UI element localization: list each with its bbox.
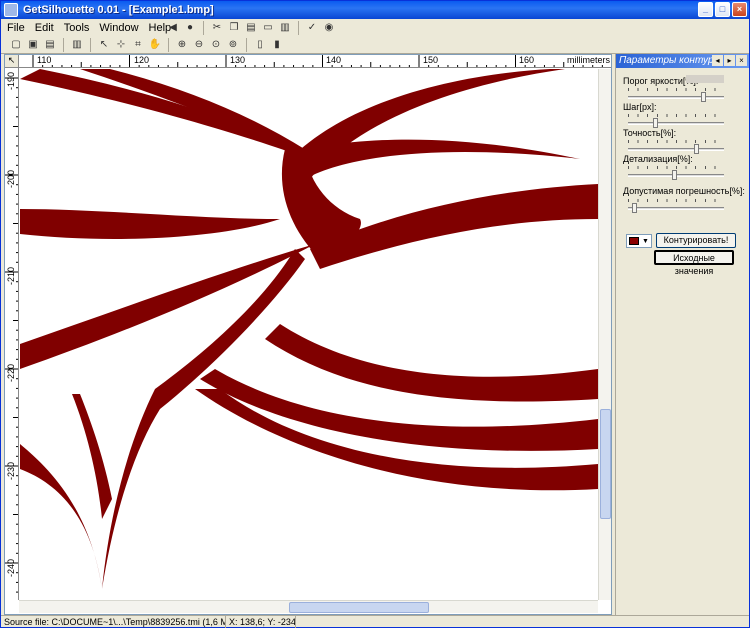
info-icon[interactable]: ◉ (322, 21, 336, 35)
page-icon[interactable]: ▯ (253, 38, 267, 52)
menu-file[interactable]: File (3, 22, 31, 34)
zoom-all-icon[interactable]: ⊚ (226, 38, 240, 52)
crop-icon[interactable]: ⌗ (131, 38, 145, 52)
back-icon[interactable]: ◀ (166, 21, 180, 35)
node-icon[interactable]: ⊹ (114, 38, 128, 52)
folder-icon[interactable]: ▭ (261, 21, 275, 35)
canvas-area: ↖ 110 120 130 140 150 160 millimeters -1… (4, 54, 612, 615)
horizontal-scroll-thumb[interactable] (289, 602, 429, 613)
horizontal-scrollbar[interactable] (19, 600, 598, 613)
maximize-button[interactable]: □ (715, 2, 730, 17)
slider-thumb[interactable] (631, 203, 637, 213)
ruler-left-label: -210 (6, 266, 16, 285)
toolbar-main: ▢ ▣ ▤ ▥ ↖ ⊹ ⌗ ✋ ⊕ ⊖ ⊙ ⊚ ▯ ▮ (1, 36, 749, 54)
ruler-top-label: 160 (519, 55, 535, 65)
chevron-down-icon: ▼ (642, 237, 649, 245)
layer-icon[interactable]: ▮ (270, 38, 284, 52)
ruler-top-label: 120 (134, 55, 150, 65)
status-coordinates: X: 138,6; Y: -234,7 (226, 616, 296, 628)
contour-color-picker[interactable]: ▼ (626, 234, 652, 248)
silhouette-image (20, 69, 598, 589)
app-window: GetSilhouette 0.01 - [Example1.bmp] _ □ … (0, 0, 750, 628)
slider-thumb[interactable] (653, 118, 659, 128)
ruler-left-label: -200 (6, 169, 16, 188)
print-icon[interactable]: ▥ (70, 38, 84, 52)
ruler-top-label: 140 (326, 55, 342, 65)
menu-tools[interactable]: Tools (60, 22, 96, 34)
ruler-units: millimeters (567, 55, 611, 65)
defaults-button[interactable]: Исходные значения (654, 250, 734, 276)
open-icon[interactable]: ▣ (26, 38, 40, 52)
param-label-tolerance: Допустимая погрешность[%]: (623, 186, 745, 196)
save-icon[interactable]: ▤ (43, 38, 57, 52)
ruler-top-label: 110 (37, 55, 52, 65)
slider-tolerance[interactable] (628, 199, 724, 215)
forward-icon[interactable]: ● (183, 21, 197, 35)
menu-bar: File Edit Tools Window Help (1, 19, 749, 36)
contour-button[interactable]: Контурировать! (656, 233, 736, 248)
new-icon[interactable]: ▢ (9, 38, 23, 52)
app-icon (4, 3, 18, 17)
pointer-icon[interactable]: ↖ (97, 38, 111, 52)
check-icon[interactable]: ✓ (305, 21, 319, 35)
slider-thumb[interactable] (671, 170, 677, 180)
slider-thumb[interactable] (700, 92, 706, 102)
delete-icon[interactable]: ▥ (278, 21, 292, 35)
ruler-top: 110 120 130 140 150 160 millimeters (19, 55, 611, 68)
minimize-button[interactable]: _ (698, 2, 713, 17)
panel-title: Параметры контура ◂ ▸ × (616, 54, 749, 68)
zoom-out-icon[interactable]: ⊖ (192, 38, 206, 52)
drawing-canvas[interactable] (20, 69, 598, 599)
ruler-left: -190 -200 -210 -220 -230 -240 (5, 68, 19, 600)
panel-title-text: Параметры контура (619, 55, 720, 66)
menu-edit[interactable]: Edit (31, 22, 60, 34)
param-label-step: Шаг[px]: (623, 102, 657, 112)
paste-icon[interactable]: ▤ (244, 21, 258, 35)
title-bar[interactable]: GetSilhouette 0.01 - [Example1.bmp] _ □ … (1, 1, 749, 19)
ruler-corner-icon[interactable]: ↖ (5, 55, 19, 68)
slider-thumb[interactable] (693, 144, 699, 154)
zoom-fit-icon[interactable]: ⊙ (209, 38, 223, 52)
param-label-detail: Детализация[%]: (623, 154, 693, 164)
ruler-left-label: -230 (6, 461, 16, 480)
slider-detail[interactable] (628, 166, 724, 182)
window-title: GetSilhouette 0.01 - [Example1.bmp] (23, 4, 214, 16)
vertical-scroll-thumb[interactable] (600, 409, 611, 519)
close-icon[interactable]: × (736, 55, 747, 66)
ruler-top-label: 150 (423, 55, 439, 65)
param-label-accuracy: Точность[%]: (623, 128, 677, 138)
cut-icon[interactable]: ✂ (210, 21, 224, 35)
ruler-left-label: -190 (6, 71, 16, 90)
arrow-right-icon[interactable]: ▸ (724, 55, 735, 66)
status-bar: Source file: C:\DOCUME~1\...\Temp\883925… (1, 615, 749, 628)
brightness-value-box (686, 75, 724, 83)
color-swatch (629, 237, 639, 245)
vertical-scrollbar[interactable] (598, 69, 611, 600)
contour-params-panel: Параметры контура ◂ ▸ × Порог яркости[%]… (615, 54, 749, 615)
ruler-top-label: 130 (230, 55, 246, 65)
ruler-left-label: -240 (6, 558, 16, 577)
copy-icon[interactable]: ❐ (227, 21, 241, 35)
toolbar-top: ◀ ● ✂ ❐ ▤ ▭ ▥ ✓ ◉ (166, 19, 336, 36)
menu-window[interactable]: Window (95, 22, 144, 34)
status-source-file: Source file: C:\DOCUME~1\...\Temp\883925… (1, 616, 226, 628)
hand-icon[interactable]: ✋ (148, 38, 162, 52)
ruler-left-label: -220 (6, 363, 16, 382)
zoom-in-icon[interactable]: ⊕ (175, 38, 189, 52)
close-button[interactable]: × (732, 2, 747, 17)
pin-icon[interactable]: ◂ (712, 55, 723, 66)
